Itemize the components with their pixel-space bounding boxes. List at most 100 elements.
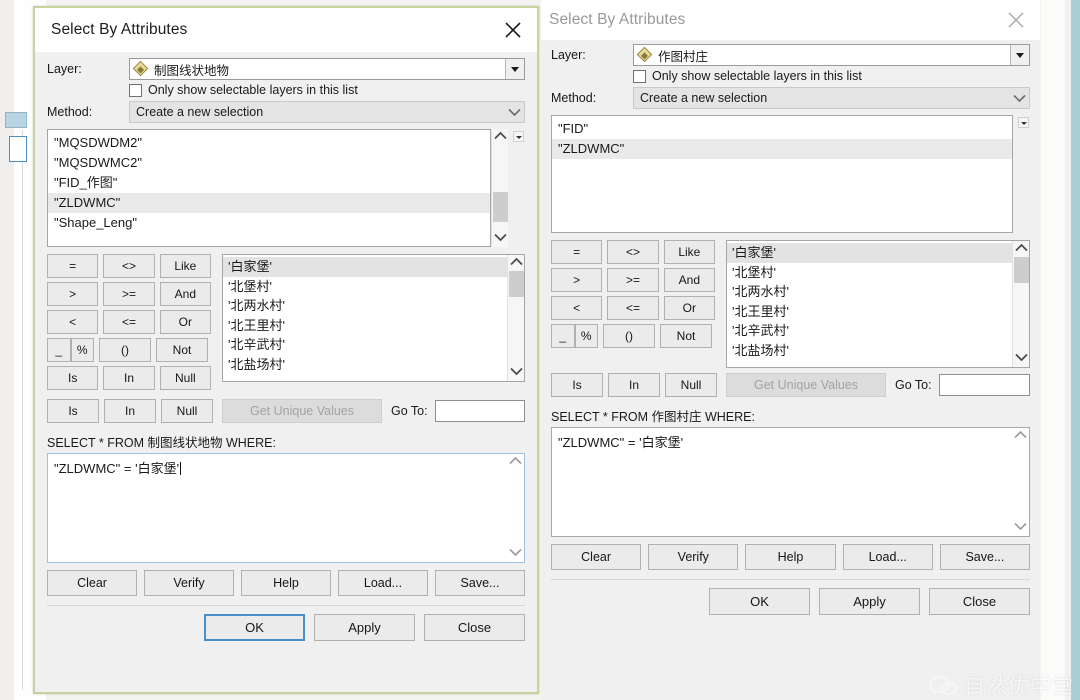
op-like-button[interactable]: Like	[663, 240, 715, 264]
goto-input[interactable]	[434, 400, 525, 422]
list-item[interactable]: '北盐场村'	[223, 355, 507, 375]
list-item[interactable]: '北堡村'	[223, 277, 507, 297]
field-list-dropdown-icon[interactable]	[511, 129, 525, 247]
op-and-button[interactable]: And	[159, 282, 211, 306]
help-button[interactable]: Help	[241, 570, 331, 596]
op-is-button[interactable]: Is	[551, 373, 603, 397]
chevron-down-icon[interactable]	[505, 102, 524, 122]
unique-values-list[interactable]: '白家堡' '北堡村' '北两水村' '北王里村' '北辛武村' '北盐场村'	[222, 254, 525, 382]
help-button[interactable]: Help	[745, 544, 836, 570]
op-greater-button[interactable]: >	[47, 282, 99, 306]
op-equals-button[interactable]: =	[47, 254, 99, 278]
list-item[interactable]: '北堡村'	[727, 263, 1012, 283]
op-percent-button[interactable]: %	[70, 338, 94, 362]
op-parens-button[interactable]: ()	[603, 324, 655, 348]
op-is-button[interactable]: Is	[47, 366, 99, 390]
ok-button[interactable]: OK	[709, 588, 810, 615]
list-item-selected[interactable]: '白家堡'	[223, 257, 507, 277]
get-unique-values-button[interactable]: Get Unique Values	[222, 399, 382, 423]
layer-combobox[interactable]: 作图村庄	[633, 44, 1030, 66]
list-item[interactable]: '北两水村'	[727, 282, 1012, 302]
close-button[interactable]: Close	[929, 588, 1030, 615]
list-item[interactable]: "Shape_Leng"	[48, 213, 490, 233]
only-selectable-checkbox-row[interactable]: Only show selectable layers in this list	[129, 83, 525, 97]
scrollbar-thumb[interactable]	[1013, 257, 1029, 283]
load-button[interactable]: Load...	[338, 570, 428, 596]
op-in-button[interactable]: In	[608, 373, 660, 397]
chevron-down-icon[interactable]	[1010, 88, 1029, 108]
unique-values-scrollbar[interactable]	[507, 255, 524, 381]
field-list-dropdown-icon[interactable]	[1016, 115, 1030, 233]
op-in-button[interactable]: In	[103, 366, 155, 390]
op-not-button[interactable]: Not	[660, 324, 712, 348]
op-or-button[interactable]: Or	[159, 310, 211, 334]
field-list-scrollbar[interactable]	[491, 129, 508, 247]
goto-input[interactable]	[938, 374, 1030, 396]
only-selectable-checkbox-row[interactable]: Only show selectable layers in this list	[633, 69, 1030, 83]
list-item-selected[interactable]: "ZLDWMC"	[552, 139, 1012, 159]
scroll-up-icon[interactable]	[1014, 243, 1028, 255]
list-item[interactable]: '北盐场村'	[727, 341, 1012, 361]
op-less-button[interactable]: <	[551, 296, 603, 320]
apply-button[interactable]: Apply	[819, 588, 920, 615]
op-parens-button[interactable]: ()	[99, 338, 151, 362]
op-in-button[interactable]: In	[104, 399, 156, 423]
scroll-up-icon[interactable]	[1014, 430, 1027, 442]
method-combobox[interactable]: Create a new selection	[633, 87, 1030, 109]
select-by-attributes-dialog-right[interactable]: Select By Attributes Layer: 作图村庄 Only sh…	[541, 0, 1040, 700]
list-item-selected[interactable]: "ZLDWMC"	[48, 193, 490, 213]
apply-button[interactable]: Apply	[314, 614, 415, 641]
field-list[interactable]: "MQSDWDM2" "MQSDWMC2" "FID_作图" "ZLDWMC" …	[47, 129, 491, 247]
select-by-attributes-dialog-left[interactable]: Select By Attributes Layer: 制图线状地物 Only …	[33, 6, 539, 694]
get-unique-values-button[interactable]: Get Unique Values	[726, 373, 886, 397]
op-greater-equal-button[interactable]: >=	[607, 268, 659, 292]
sql-expression-text-wrap[interactable]: "ZLDWMC" = '白家堡'	[48, 454, 507, 562]
op-not-equals-button[interactable]: <>	[103, 254, 155, 278]
scroll-down-icon[interactable]	[509, 548, 522, 560]
close-button[interactable]: Close	[424, 614, 525, 641]
scroll-up-icon[interactable]	[509, 456, 522, 468]
save-button[interactable]: Save...	[939, 544, 1031, 570]
list-item[interactable]: "FID"	[552, 119, 1012, 139]
op-is-button[interactable]: Is	[47, 399, 99, 423]
verify-button[interactable]: Verify	[648, 544, 739, 570]
sql-scrollbar[interactable]	[507, 454, 524, 562]
op-less-equal-button[interactable]: <=	[607, 296, 659, 320]
list-item[interactable]: "FID_作图"	[48, 173, 490, 193]
scroll-up-icon[interactable]	[493, 131, 507, 143]
op-less-equal-button[interactable]: <=	[103, 310, 155, 334]
close-icon[interactable]	[493, 13, 533, 47]
op-not-equals-button[interactable]: <>	[607, 240, 659, 264]
op-underscore-button[interactable]: _	[47, 338, 71, 362]
scroll-down-icon[interactable]	[1014, 353, 1028, 365]
close-icon[interactable]	[996, 3, 1036, 37]
sql-expression-text-wrap[interactable]: "ZLDWMC" = '白家堡'	[552, 428, 1012, 536]
op-greater-button[interactable]: >	[551, 268, 603, 292]
scrollbar-thumb[interactable]	[508, 271, 524, 297]
list-item[interactable]: '北辛武村'	[223, 335, 507, 355]
chevron-down-icon[interactable]	[1010, 45, 1029, 65]
only-selectable-checkbox[interactable]	[129, 83, 142, 97]
only-selectable-checkbox[interactable]	[633, 69, 646, 83]
chevron-down-icon[interactable]	[505, 59, 524, 79]
sql-expression-box[interactable]: "ZLDWMC" = '白家堡'	[47, 453, 525, 563]
op-like-button[interactable]: Like	[159, 254, 211, 278]
method-combobox[interactable]: Create a new selection	[129, 101, 525, 123]
scroll-down-icon[interactable]	[509, 367, 523, 379]
op-underscore-button[interactable]: _	[551, 324, 575, 348]
op-less-button[interactable]: <	[47, 310, 99, 334]
verify-button[interactable]: Verify	[144, 570, 234, 596]
scroll-up-icon[interactable]	[509, 257, 523, 269]
list-item[interactable]: '北两水村'	[223, 296, 507, 316]
save-button[interactable]: Save...	[435, 570, 525, 596]
op-equals-button[interactable]: =	[551, 240, 603, 264]
list-item-selected[interactable]: '白家堡'	[727, 243, 1012, 263]
unique-values-scrollbar[interactable]	[1012, 241, 1029, 367]
list-item[interactable]: '北辛武村'	[727, 321, 1012, 341]
clear-button[interactable]: Clear	[47, 570, 137, 596]
unique-values-list[interactable]: '白家堡' '北堡村' '北两水村' '北王里村' '北辛武村' '北盐场村'	[726, 240, 1030, 368]
scrollbar-thumb[interactable]	[492, 192, 508, 222]
load-button[interactable]: Load...	[842, 544, 933, 570]
op-percent-button[interactable]: %	[574, 324, 598, 348]
op-null-button[interactable]: Null	[161, 399, 213, 423]
